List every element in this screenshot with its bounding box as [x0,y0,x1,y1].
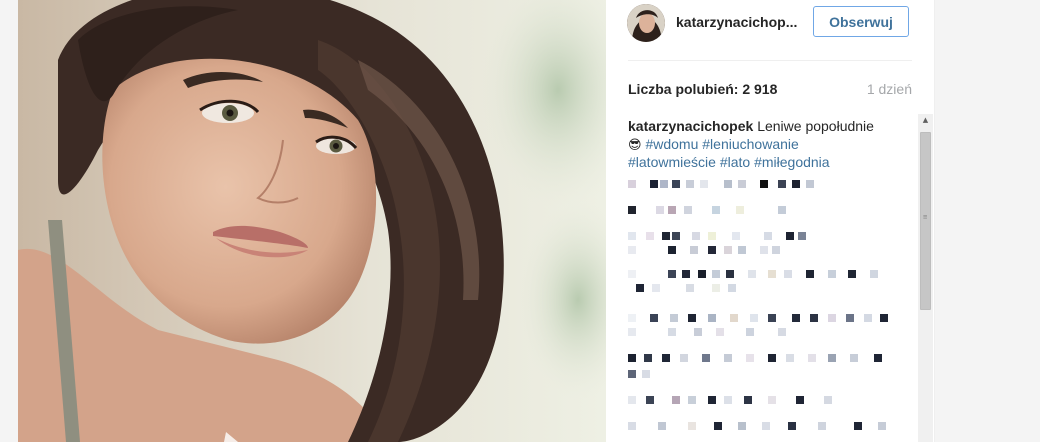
scroll-up-arrow-icon[interactable]: ▲ [918,114,933,127]
hashtag-link[interactable]: #wdomu [645,136,698,152]
pixelated-comment [628,246,908,262]
sunglasses-emoji-icon: 😎 [628,137,642,153]
post-header: katarzynacichop... Obserwuj [606,0,934,60]
profile-avatar[interactable] [627,4,665,42]
post-sidebar: katarzynacichop... Obserwuj Liczba polub… [606,0,935,442]
caption-text: Leniwe popołudnie [757,118,874,134]
hashtag-link[interactable]: #leniuchowanie [702,136,799,152]
comments-list: katarzynacichopek Leniwe popołudnie 😎 #w… [628,118,908,442]
post-username[interactable]: katarzynacichop... [676,14,797,30]
avatar-image [627,4,665,42]
post-time[interactable]: 1 dzień [867,81,912,97]
caption-username[interactable]: katarzynacichopek [628,118,753,134]
hashtag-link[interactable]: #miłegodnia [754,154,830,170]
likes-label: Liczba polubień: [628,81,739,97]
pixelated-comment [628,180,908,196]
likes-count[interactable]: 2 918 [742,81,777,97]
post-photo[interactable] [18,0,606,442]
scroll-grip-icon: ≡ [923,213,928,221]
hashtag-link[interactable]: #lato [720,154,750,170]
selfie-image [18,0,606,442]
pixelated-comment [628,396,908,412]
likes-row: Liczba polubień: 2 918 1 dzień [628,81,912,97]
scrollbar-thumb[interactable]: ≡ [920,132,931,310]
pixelated-comment [628,354,908,370]
comments-scrollbar[interactable]: ▲ ≡ [918,114,933,442]
hashtag-link[interactable]: #latowmieście [628,154,716,170]
pixelated-comment [628,284,908,300]
pixelated-comment [628,370,908,386]
header-divider [628,60,912,61]
pixelated-comment [628,206,908,222]
pixelated-comment [628,422,908,438]
pixelated-comment [628,328,908,344]
caption: katarzynacichopek Leniwe popołudnie 😎 #w… [628,118,908,172]
follow-button[interactable]: Obserwuj [813,6,909,37]
